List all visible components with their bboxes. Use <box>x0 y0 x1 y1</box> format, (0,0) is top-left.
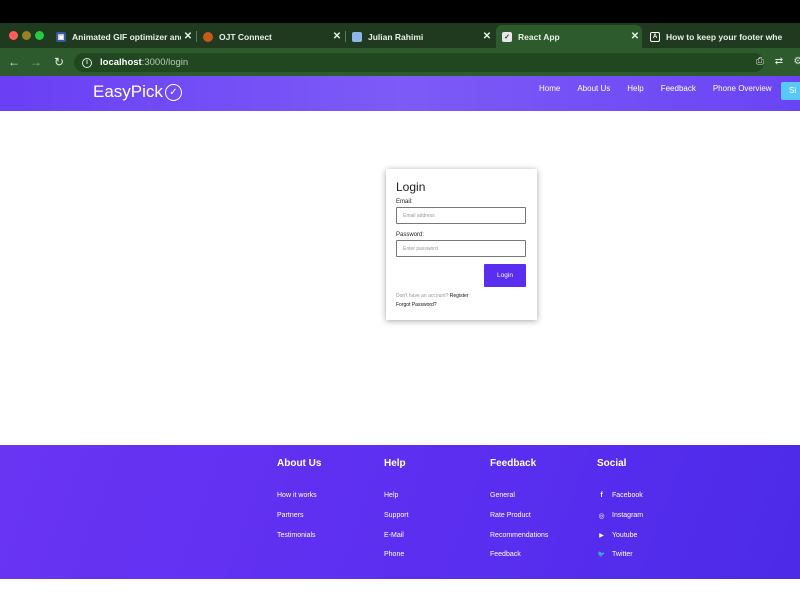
browser-tab[interactable]: Julian Rahimi ✕ <box>346 25 494 48</box>
register-link[interactable]: Register <box>450 293 469 299</box>
instagram-icon: ◎ <box>598 512 605 520</box>
site-navbar: EasyPick ✓ Home About Us Help Feedback P… <box>0 76 800 111</box>
address-url[interactable]: localhost:3000/login <box>100 57 188 68</box>
nav-link-about-us[interactable]: About Us <box>577 84 610 93</box>
youtube-icon: ▶ <box>599 532 604 539</box>
gif-app-icon: ▣ <box>56 31 66 42</box>
install-app-icon[interactable]: ⎙ <box>754 56 766 68</box>
footer-link[interactable]: E-Mail <box>384 525 409 545</box>
footer-link[interactable]: Partners <box>277 506 321 526</box>
footer-heading: Help <box>384 458 406 469</box>
sign-up-button[interactable]: Si <box>781 82 800 100</box>
login-card: Login Email: Password: Login Don't have … <box>386 169 537 320</box>
browser-toolbar: ← → ↻ i localhost:3000/login ⎙ ⇄ ⚙ <box>0 48 800 76</box>
nav-link-phone-overview[interactable]: Phone Overview <box>713 84 772 93</box>
extension-icon[interactable]: ⚙ <box>792 56 800 68</box>
browser-tab[interactable]: ▣ Animated GIF optimizer and c ✕ <box>50 25 195 48</box>
check-badge-icon: ✓ <box>164 83 182 101</box>
footer-column-help: Help Help Support E-Mail Phone <box>384 458 409 565</box>
footer-social-link[interactable]: f Facebook <box>597 486 643 506</box>
footer-link[interactable]: Testimonials <box>277 525 321 545</box>
login-title: Login <box>396 180 426 194</box>
login-button[interactable]: Login <box>484 264 526 287</box>
site-footer: About Us How it works Partners Testimoni… <box>0 445 800 579</box>
register-prompt: Don't have an account? Register <box>396 293 469 299</box>
close-tab-icon[interactable]: ✕ <box>330 31 344 42</box>
back-icon[interactable]: ← <box>6 54 22 70</box>
footer-link[interactable]: General <box>490 486 548 506</box>
footer-link[interactable]: Help <box>384 486 409 506</box>
password-label: Password: <box>396 232 425 238</box>
page-content: EasyPick ✓ Home About Us Help Feedback P… <box>0 76 800 600</box>
close-tab-icon[interactable]: ✕ <box>181 31 195 42</box>
footer-social-link[interactable]: ▶ Youtube <box>597 525 643 545</box>
footer-column-about-us: About Us How it works Partners Testimoni… <box>277 458 321 545</box>
footer-link[interactable]: Support <box>384 506 409 526</box>
article-icon: A <box>650 31 660 42</box>
minimize-window-button[interactable] <box>22 31 31 40</box>
brand-name: EasyPick <box>93 82 163 101</box>
nav-link-feedback[interactable]: Feedback <box>661 84 696 93</box>
footer-link[interactable]: Phone <box>384 545 409 565</box>
address-bar[interactable]: i localhost:3000/login <box>74 53 764 72</box>
translate-icon[interactable]: ⇄ <box>773 56 785 68</box>
footer-link[interactable]: Recommendations <box>490 525 548 545</box>
email-input[interactable] <box>396 207 526 224</box>
forward-icon[interactable]: → <box>28 54 44 70</box>
close-window-button[interactable] <box>9 31 18 40</box>
footer-link[interactable]: Rate Product <box>490 506 548 526</box>
portfolio-icon <box>352 31 362 42</box>
footer-link[interactable]: How it works <box>277 486 321 506</box>
site-logo[interactable]: EasyPick ✓ <box>93 82 182 102</box>
maximize-window-button[interactable] <box>35 31 44 40</box>
footer-link[interactable]: Feedback <box>490 545 548 565</box>
browser-tab[interactable]: A How to keep your footer whe <box>644 25 800 48</box>
close-tab-icon[interactable]: ✕ <box>480 31 494 42</box>
nav-link-help[interactable]: Help <box>627 84 643 93</box>
site-info-icon[interactable]: i <box>82 57 92 68</box>
footer-column-feedback: Feedback General Rate Product Recommenda… <box>490 458 548 565</box>
footer-heading: About Us <box>277 458 322 469</box>
browser-tab-active[interactable]: ✓ React App ✕ <box>496 25 642 48</box>
ojt-icon <box>203 31 213 42</box>
reload-icon[interactable]: ↻ <box>51 54 67 70</box>
password-input[interactable] <box>396 240 526 257</box>
footer-column-social: Social f Facebook ◎ Instagram ▶ Youtube … <box>597 458 643 565</box>
footer-heading: Social <box>597 458 627 469</box>
footer-social-link[interactable]: 🐦 Twitter <box>597 545 643 565</box>
footer-social-link[interactable]: ◎ Instagram <box>597 506 643 526</box>
nav-links: Home About Us Help Feedback Phone Overvi… <box>539 84 789 93</box>
facebook-icon: f <box>600 492 603 500</box>
browser-tab-strip: ▣ Animated GIF optimizer and c ✕ OJT Con… <box>0 23 800 48</box>
footer-heading: Feedback <box>490 458 537 469</box>
twitter-icon: 🐦 <box>597 552 606 559</box>
browser-tab[interactable]: OJT Connect ✕ <box>197 25 344 48</box>
email-label: Email: <box>396 199 413 205</box>
screen-top-bar <box>0 0 800 23</box>
nav-link-home[interactable]: Home <box>539 84 560 93</box>
react-app-icon: ✓ <box>502 31 512 42</box>
forgot-password-link[interactable]: Forgot Password? <box>396 302 437 308</box>
close-tab-icon[interactable]: ✕ <box>628 31 642 42</box>
